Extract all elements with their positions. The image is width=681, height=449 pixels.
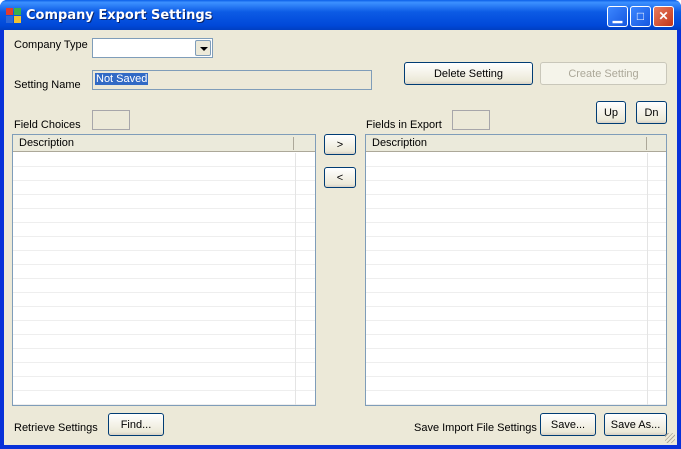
field-choices-rows[interactable] <box>13 153 315 405</box>
column-divider <box>293 137 294 150</box>
save-import-file-settings-label: Save Import File Settings <box>414 422 537 434</box>
fields-in-export-label: Fields in Export <box>366 119 442 131</box>
column-gridline <box>295 153 296 405</box>
field-choices-list[interactable]: Description <box>12 134 316 406</box>
field-choices-header: Description <box>13 135 315 152</box>
save-button[interactable]: Save... <box>540 413 596 436</box>
move-left-button[interactable]: < <box>324 167 356 188</box>
setting-name-value: Not Saved <box>95 73 149 85</box>
fields-in-export-header: Description <box>366 135 666 152</box>
maximize-button[interactable]: □ <box>630 6 651 27</box>
client-area: Company Type Setting Name Not Saved Dele… <box>4 30 677 445</box>
column-divider <box>646 137 647 150</box>
fields-in-export-rows[interactable] <box>366 153 666 405</box>
fields-in-export-count-box <box>452 110 490 130</box>
app-window-icon <box>6 8 21 23</box>
down-button[interactable]: Dn <box>636 101 667 124</box>
company-type-label: Company Type <box>14 39 88 51</box>
resize-grip-icon[interactable] <box>665 433 675 443</box>
minimize-button[interactable]: ▁ <box>607 6 628 27</box>
find-button[interactable]: Find... <box>108 413 164 436</box>
create-setting-button[interactable]: Create Setting <box>540 62 667 85</box>
setting-name-label: Setting Name <box>14 79 81 91</box>
description-column-header[interactable]: Description <box>19 137 74 149</box>
up-button[interactable]: Up <box>596 101 626 124</box>
delete-setting-button[interactable]: Delete Setting <box>404 62 533 85</box>
column-gridline <box>647 153 648 405</box>
chevron-down-icon[interactable] <box>195 40 211 56</box>
description-column-header[interactable]: Description <box>372 137 427 149</box>
retrieve-settings-label: Retrieve Settings <box>14 422 98 434</box>
close-button[interactable]: ✕ <box>653 6 674 27</box>
minimize-icon: ▁ <box>612 9 623 23</box>
fields-in-export-list[interactable]: Description <box>365 134 667 406</box>
close-icon: ✕ <box>658 9 669 23</box>
title-bar[interactable]: Company Export Settings ▁ □ ✕ <box>0 0 681 30</box>
move-right-button[interactable]: > <box>324 134 356 155</box>
window-frame: Company Export Settings ▁ □ ✕ Company Ty… <box>0 0 681 449</box>
field-choices-count-box <box>92 110 130 130</box>
field-choices-label: Field Choices <box>14 119 81 131</box>
setting-name-field[interactable]: Not Saved <box>92 70 372 90</box>
window-title: Company Export Settings <box>26 8 213 23</box>
save-as-button[interactable]: Save As... <box>604 413 667 436</box>
maximize-icon: □ <box>636 9 645 23</box>
company-type-combo[interactable] <box>92 38 213 58</box>
